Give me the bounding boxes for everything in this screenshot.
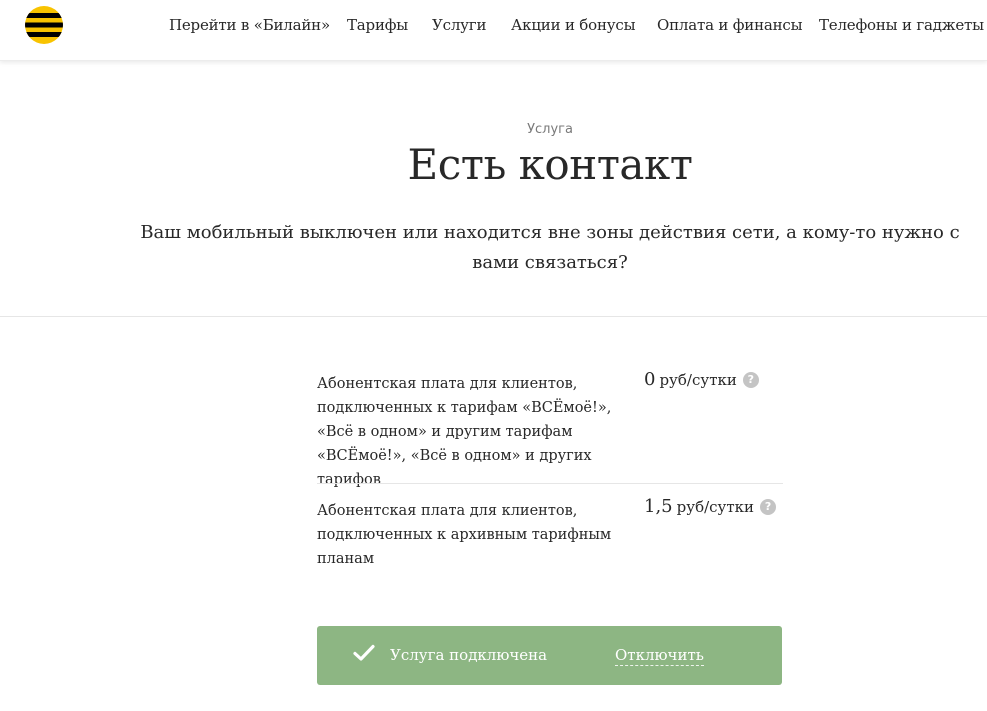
checkmark-icon: [353, 644, 375, 661]
nav-item-tariffs[interactable]: Тарифы: [347, 16, 408, 34]
hero-description: Ваш мобильный выключен или находится вне…: [140, 222, 960, 273]
fee-amount: 1,5: [644, 496, 673, 517]
nav-item-devices[interactable]: Телефоны и гаджеты: [819, 16, 984, 34]
nav-item-beeline[interactable]: Перейти в «Билайн»: [169, 16, 330, 34]
page-title: Есть контакт: [407, 140, 693, 189]
fee-value: 0 руб/сутки?: [644, 369, 759, 390]
fee-label: Абонентская плата для клиентов, подключе…: [317, 376, 612, 488]
site-header: Перейти в «Билайн» Тарифы Услуги Акции и…: [0, 0, 987, 61]
fee-unit: руб/сутки: [659, 371, 737, 389]
hero-eyebrow: Услуга: [527, 122, 573, 137]
nav-item-promotions[interactable]: Акции и бонусы: [511, 16, 636, 34]
question-circle-icon[interactable]: ?: [760, 499, 777, 515]
row-divider: [317, 483, 783, 484]
nav-item-services[interactable]: Услуги: [432, 16, 486, 34]
fee-unit: руб/сутки: [676, 498, 755, 516]
service-status-bar: Услуга подключена Отключить: [317, 626, 782, 685]
fee-value: 1,5 руб/сутки?: [644, 496, 777, 517]
fee-amount: 0: [644, 369, 656, 390]
service-connected-label: Услуга подключена: [390, 646, 548, 664]
nav-item-payment[interactable]: Оплата и финансы: [657, 16, 803, 34]
fee-label: Абонентская плата для клиентов, подключе…: [317, 503, 612, 567]
disconnect-link[interactable]: Отключить: [615, 646, 704, 666]
section-divider: [0, 316, 987, 317]
question-circle-icon[interactable]: ?: [742, 372, 759, 388]
main-nav: Перейти в «Билайн» Тарифы Услуги Акции и…: [0, 16, 987, 36]
